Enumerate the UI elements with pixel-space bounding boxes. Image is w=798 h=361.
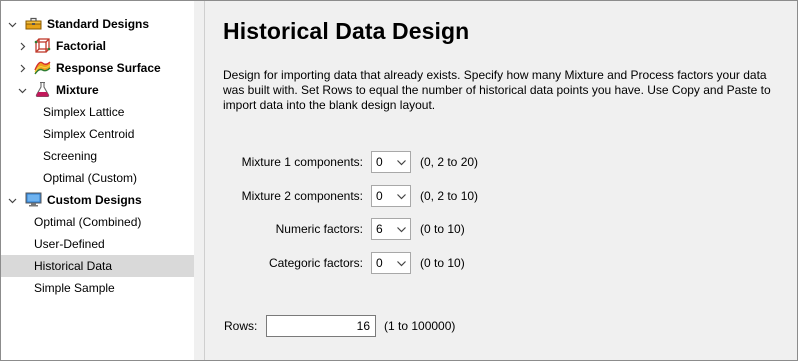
tree-item-label: Mixture bbox=[56, 83, 99, 97]
tree-item-label: Screening bbox=[43, 149, 98, 163]
tree-item-label: Simplex Centroid bbox=[43, 127, 135, 141]
rows-range: (1 to 100000) bbox=[384, 319, 456, 333]
chevron-right-icon[interactable] bbox=[16, 40, 28, 52]
tree-item-label: Optimal (Combined) bbox=[34, 215, 142, 229]
categoric-factors-select[interactable]: 0 bbox=[371, 252, 411, 274]
chevron-down-icon bbox=[396, 224, 407, 235]
design-wizard-window: Standard Designs Factorial Response Surf… bbox=[0, 0, 798, 361]
chevron-down-icon[interactable] bbox=[16, 84, 28, 96]
tree-item-custom-designs[interactable]: Custom Designs bbox=[1, 189, 194, 211]
categoric-label-wrap: Categoric factors: bbox=[205, 252, 363, 274]
chevron-down-icon[interactable] bbox=[6, 18, 18, 30]
mixture1-range: (0, 2 to 20) bbox=[420, 155, 479, 169]
tree-item-standard-designs[interactable]: Standard Designs bbox=[1, 13, 194, 35]
numeric-factors-range: (0 to 10) bbox=[420, 222, 465, 236]
tree-item-user-defined[interactable]: User-Defined bbox=[1, 233, 194, 255]
tree-item-simplex-lattice[interactable]: Simplex Lattice bbox=[1, 101, 194, 123]
page-title: Historical Data Design bbox=[223, 18, 470, 44]
categoric-factors-value: 0 bbox=[376, 256, 383, 270]
tree-item-label: Factorial bbox=[56, 39, 107, 53]
categoric-factors-range: (0 to 10) bbox=[420, 256, 465, 270]
cube-icon bbox=[34, 37, 51, 54]
tree-item-label: Custom Designs bbox=[47, 193, 142, 207]
tree-item-label: Response Surface bbox=[56, 61, 161, 75]
numeric-factors-value: 6 bbox=[376, 222, 383, 236]
tree-item-screening[interactable]: Screening bbox=[1, 145, 194, 167]
tree-item-label: Simplex Lattice bbox=[43, 105, 125, 119]
tree-item-historical-data[interactable]: Historical Data bbox=[1, 255, 194, 277]
tree-item-optimal-combined[interactable]: Optimal (Combined) bbox=[1, 211, 194, 233]
mixture1-label: Mixture 1 components: bbox=[241, 155, 363, 169]
tree-item-label: Standard Designs bbox=[47, 17, 150, 31]
chevron-right-icon[interactable] bbox=[16, 62, 28, 74]
design-panel: Historical Data Design Design for import… bbox=[205, 1, 797, 360]
chevron-down-icon bbox=[396, 258, 407, 269]
surface-icon bbox=[34, 59, 51, 76]
mixture2-label-wrap: Mixture 2 components: bbox=[205, 185, 363, 207]
tree-item-label: User-Defined bbox=[34, 237, 105, 251]
rows-label: Rows: bbox=[224, 319, 258, 333]
tree-item-response-surface[interactable]: Response Surface bbox=[1, 57, 194, 79]
numeric-factors-label: Numeric factors: bbox=[275, 222, 363, 236]
tree-item-label: Simple Sample bbox=[34, 281, 115, 295]
mixture2-range: (0, 2 to 10) bbox=[420, 189, 479, 203]
monitor-icon bbox=[25, 191, 42, 208]
mixture2-label: Mixture 2 components: bbox=[241, 189, 363, 203]
chevron-down-icon[interactable] bbox=[6, 194, 18, 206]
mixture2-components-select[interactable]: 0 bbox=[371, 185, 411, 207]
splitter[interactable] bbox=[194, 1, 204, 360]
mixture1-components-value: 0 bbox=[376, 155, 383, 169]
rows-input[interactable]: 16 bbox=[266, 315, 376, 337]
tree-item-label: Historical Data bbox=[34, 259, 113, 273]
mixture1-components-select[interactable]: 0 bbox=[371, 151, 411, 173]
tree-item-mixture[interactable]: Mixture bbox=[1, 79, 194, 101]
design-tree: Standard Designs Factorial Response Surf… bbox=[1, 1, 194, 360]
design-description: Design for importing data that already e… bbox=[223, 68, 771, 112]
numeric-factors-select[interactable]: 6 bbox=[371, 218, 411, 240]
tree-item-simple-sample[interactable]: Simple Sample bbox=[1, 277, 194, 299]
tree-item-factorial[interactable]: Factorial bbox=[1, 35, 194, 57]
categoric-factors-label: Categoric factors: bbox=[268, 256, 363, 270]
tree-item-optimal-custom[interactable]: Optimal (Custom) bbox=[1, 167, 194, 189]
numeric-label-wrap: Numeric factors: bbox=[205, 218, 363, 240]
mixture1-label-wrap: Mixture 1 components: bbox=[205, 151, 363, 173]
rows-value: 16 bbox=[356, 319, 370, 333]
tree-item-label: Optimal (Custom) bbox=[43, 171, 138, 185]
chevron-down-icon bbox=[396, 157, 407, 168]
flask-icon bbox=[34, 81, 51, 98]
chevron-down-icon bbox=[396, 191, 407, 202]
toolbox-icon bbox=[25, 15, 42, 32]
mixture2-components-value: 0 bbox=[376, 189, 383, 203]
tree-item-simplex-centroid[interactable]: Simplex Centroid bbox=[1, 123, 194, 145]
